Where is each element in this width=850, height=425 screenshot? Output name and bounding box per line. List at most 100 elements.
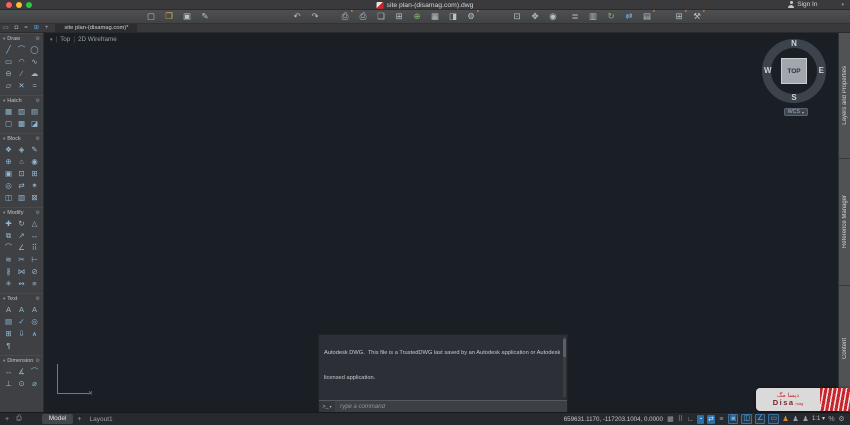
- join-icon[interactable]: ⋈: [15, 266, 28, 278]
- paragraph-icon[interactable]: ¶: [2, 340, 15, 352]
- hatch-icon[interactable]: ▦: [2, 106, 15, 118]
- explode-icon[interactable]: ✳: [2, 278, 15, 290]
- polyline-icon[interactable]: ⌒: [15, 44, 28, 56]
- collapse-icon[interactable]: ▾: [3, 36, 5, 42]
- spell-check-icon[interactable]: ✓: [15, 316, 28, 328]
- command-prompt[interactable]: >_ ▾: [319, 401, 335, 412]
- viewcube-east[interactable]: E: [819, 67, 824, 75]
- text-align-icon[interactable]: ᴀ: [28, 328, 41, 340]
- undo-icon[interactable]: ↶: [288, 10, 306, 23]
- section-gear-icon[interactable]: ⚙: [36, 98, 40, 104]
- import-text-icon[interactable]: ⇩: [15, 328, 28, 340]
- radius-dimension-icon[interactable]: ⊙: [15, 378, 28, 390]
- block-table-icon[interactable]: ▥: [15, 192, 28, 204]
- explode-block-icon[interactable]: ✶: [28, 180, 41, 192]
- collapse-icon[interactable]: ▾: [3, 98, 5, 104]
- viewport-preview-icon[interactable]: ◘: [15, 24, 19, 32]
- object-snap-icon[interactable]: ▣: [728, 414, 739, 424]
- rectangle-icon[interactable]: ▭: [2, 56, 15, 68]
- wcs-selector[interactable]: WCS ▾: [784, 108, 808, 116]
- 3d-object-snap-icon[interactable]: ◫: [741, 414, 752, 424]
- point-icon[interactable]: ✕: [15, 80, 28, 92]
- stretch-icon[interactable]: ↔: [28, 230, 41, 242]
- tile-windows-icon[interactable]: ▭: [3, 24, 9, 32]
- gradient-icon[interactable]: ▩: [15, 118, 28, 130]
- wipeout-icon[interactable]: ▱: [2, 80, 15, 92]
- block-base-icon[interactable]: ⌂: [15, 156, 28, 168]
- offset-icon[interactable]: ≋: [2, 254, 15, 266]
- attach-image-icon[interactable]: ▦: [426, 10, 444, 23]
- section-header-modify[interactable]: ▾ Modify ⚙: [0, 207, 43, 218]
- viewport-menu-icon[interactable]: ▾: [50, 37, 53, 43]
- erase-icon[interactable]: ⊘: [28, 266, 41, 278]
- sketch-icon[interactable]: ≈: [28, 80, 41, 92]
- page-setup-print-icon[interactable]: ⎙: [16, 415, 22, 423]
- orbit-icon[interactable]: ◉: [544, 10, 562, 23]
- polar-tracking-icon[interactable]: ◔: [697, 415, 704, 424]
- section-header-dimension[interactable]: ▾ Dimension ⚙: [0, 355, 43, 366]
- viewcube-south[interactable]: S: [791, 94, 796, 102]
- command-input[interactable]: [335, 401, 567, 412]
- section-header-block[interactable]: ▾ Block ⚙: [0, 133, 43, 144]
- section-gear-icon[interactable]: ⚙: [36, 358, 40, 364]
- replace-block-icon[interactable]: ⇄: [15, 180, 28, 192]
- pan-icon[interactable]: ✥: [526, 10, 544, 23]
- trim-icon[interactable]: ✂: [15, 254, 28, 266]
- dynamic-input-icon[interactable]: ∠: [755, 414, 765, 424]
- boundary-icon[interactable]: ▤: [28, 106, 41, 118]
- write-block-icon[interactable]: ◫: [2, 192, 15, 204]
- ellipse-icon[interactable]: ⊖: [2, 68, 15, 80]
- collapse-icon[interactable]: ▾: [3, 210, 5, 216]
- circle-icon[interactable]: ◯: [28, 44, 41, 56]
- regen-icon[interactable]: ↻: [602, 10, 620, 23]
- command-window[interactable]: Autodesk DWG. This file is a TrustedDWG …: [318, 334, 568, 412]
- match-properties-icon[interactable]: ⇄: [620, 10, 638, 23]
- add-sheet-icon[interactable]: +: [5, 416, 9, 423]
- selection-window-icon[interactable]: ⊡: [508, 10, 526, 23]
- viewcube[interactable]: N S W E TOP: [762, 39, 826, 103]
- sign-in-button[interactable]: Sign In: [788, 1, 817, 8]
- viewcube-west[interactable]: W: [764, 67, 772, 75]
- save-icon[interactable]: ▣: [178, 10, 196, 23]
- fillet-icon[interactable]: ⌒: [2, 242, 15, 254]
- new-layout-icon[interactable]: +: [77, 416, 81, 423]
- list-view-icon[interactable]: =: [24, 24, 28, 32]
- viewcube-top-face[interactable]: TOP: [781, 58, 807, 84]
- move-icon[interactable]: ✚: [2, 218, 15, 230]
- content-palette-icon[interactable]: ◨: [444, 10, 462, 23]
- selection-cycling-icon[interactable]: ▭: [768, 414, 779, 424]
- snap-mode-icon[interactable]: ⠿: [677, 415, 684, 424]
- titlebar-chevron-down-icon[interactable]: ▾: [841, 2, 844, 8]
- object-snap-tracking-icon[interactable]: ⇄: [707, 415, 715, 424]
- section-gear-icon[interactable]: ⚙: [36, 296, 40, 302]
- active-drawing-tab[interactable]: site plan-(disamag.com)*: [55, 24, 137, 32]
- redo-icon[interactable]: ↷: [306, 10, 324, 23]
- annotation-visibility-icon[interactable]: ♟: [782, 415, 789, 424]
- viewcube-north[interactable]: N: [791, 40, 797, 48]
- diameter-dimension-icon[interactable]: ⌀: [28, 378, 41, 390]
- tab-layout1[interactable]: Layout1: [86, 416, 117, 423]
- section-header-draw[interactable]: ▾ Draw ⚙: [0, 33, 43, 44]
- attribute-icon[interactable]: ◉: [28, 156, 41, 168]
- save-as-icon[interactable]: ✎: [196, 10, 214, 23]
- tab-model[interactable]: Model: [42, 414, 74, 424]
- scale-icon[interactable]: ↗: [15, 230, 28, 242]
- collapse-icon[interactable]: ▾: [3, 296, 5, 302]
- arc-icon[interactable]: ◠: [15, 56, 28, 68]
- collapse-icon[interactable]: ▾: [3, 358, 5, 364]
- command-scrollbar[interactable]: [563, 337, 566, 397]
- find-replace-icon[interactable]: ◎: [28, 316, 41, 328]
- attach-xref-icon[interactable]: ⊕: [408, 10, 426, 23]
- revision-cloud-icon[interactable]: ☁: [28, 68, 41, 80]
- tab-reference-manager[interactable]: Reference Manager: [839, 159, 850, 285]
- zoom-button[interactable]: [26, 2, 32, 8]
- section-gear-icon[interactable]: ⚙: [36, 136, 40, 142]
- autodesk-apps-icon[interactable]: ⊞●: [670, 10, 688, 23]
- ortho-mode-icon[interactable]: ∟: [687, 415, 694, 424]
- copy-object-icon[interactable]: ⧉: [2, 230, 15, 242]
- insert-block-icon[interactable]: ❖: [2, 144, 15, 156]
- units-icon[interactable]: %: [828, 415, 835, 424]
- grid-view-icon[interactable]: ⊞: [34, 24, 39, 32]
- purge-block-icon[interactable]: ⊠: [28, 192, 41, 204]
- new-drawing-icon[interactable]: ▢: [142, 10, 160, 23]
